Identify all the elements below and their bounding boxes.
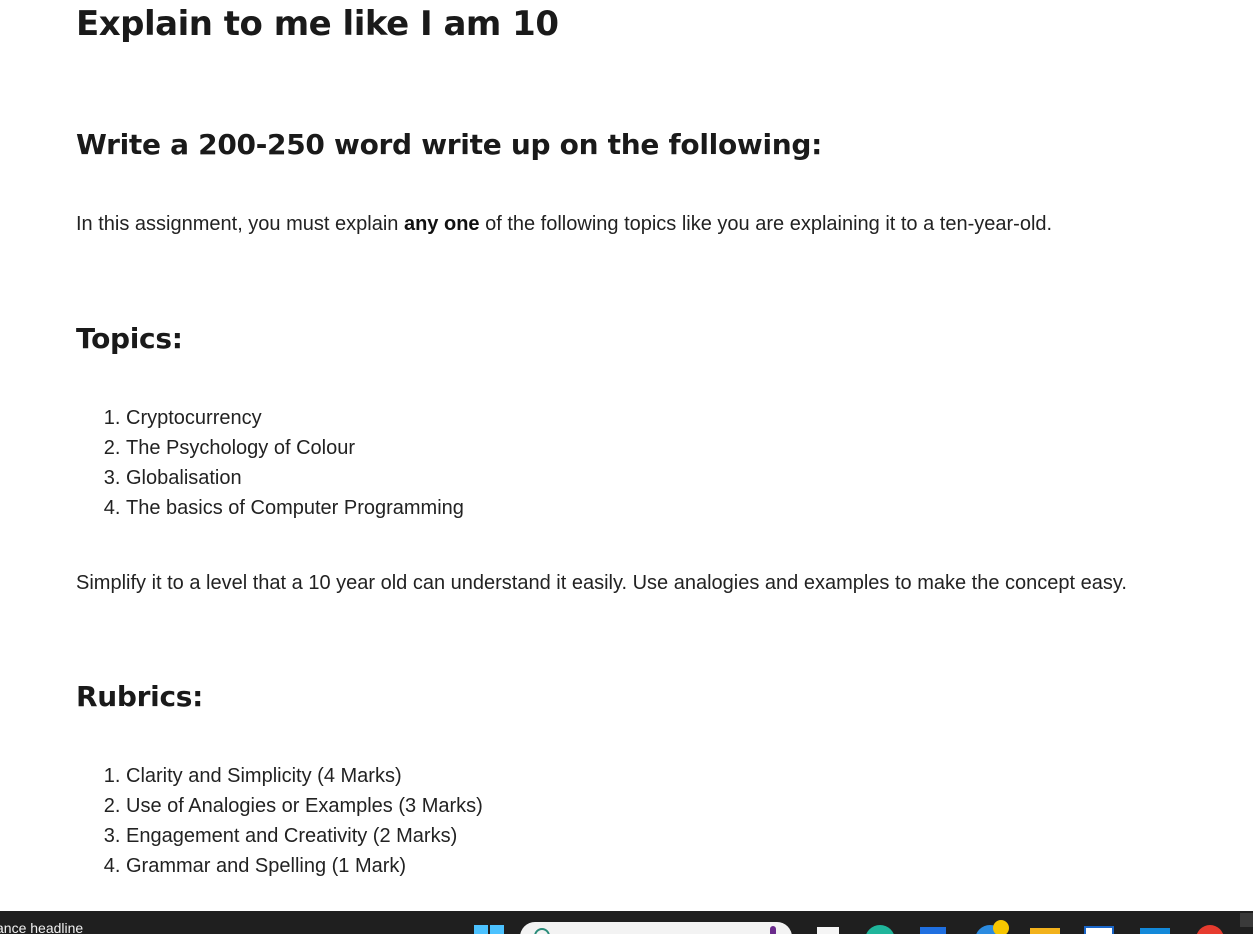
mail-icon[interactable] [1140, 928, 1170, 934]
rubric-item: Clarity and Simplicity (4 Marks) [126, 761, 483, 791]
search-icon [534, 928, 550, 934]
vscode-icon[interactable] [920, 927, 946, 934]
microphone-icon [770, 926, 776, 934]
intro-bold: any one [403, 213, 480, 235]
copilot-icon[interactable] [865, 925, 895, 934]
topic-item: The Psychology of Colour [126, 433, 464, 463]
overflow-icon[interactable] [1240, 913, 1253, 927]
rubric-item: Use of Analogies or Examples (3 Marks) [126, 791, 483, 821]
taskbar-search-box[interactable] [520, 922, 792, 934]
news-headline-widget[interactable]: ance headline [0, 920, 83, 934]
topic-item: Cryptocurrency [126, 403, 464, 433]
task-view-icon[interactable] [817, 927, 839, 934]
notification-dot-icon [993, 920, 1009, 934]
taskbar: ance headline [0, 911, 1253, 934]
intro-paragraph: In this assignment, you must explain any… [76, 209, 1052, 239]
page-title: Explain to me like I am 10 [76, 4, 559, 44]
assignment-subtitle: Write a 200-250 word write up on the fol… [76, 128, 823, 161]
topic-item: Globalisation [126, 463, 464, 493]
intro-text-after: of the following topics like you are exp… [479, 213, 1053, 235]
app-red-icon[interactable] [1196, 925, 1224, 934]
document-page: Explain to me like I am 10 Write a 200-2… [0, 0, 1253, 911]
rubrics-list: Clarity and Simplicity (4 Marks) Use of … [76, 761, 483, 881]
rubric-item: Engagement and Creativity (2 Marks) [126, 821, 483, 851]
printer-icon[interactable] [1084, 926, 1114, 934]
rubrics-heading: Rubrics: [76, 680, 204, 713]
file-explorer-icon[interactable] [1030, 928, 1060, 934]
instruction-paragraph: Simplify it to a level that a 10 year ol… [76, 572, 1127, 594]
topics-list: Cryptocurrency The Psychology of Colour … [76, 403, 464, 523]
topic-item: The basics of Computer Programming [126, 493, 464, 523]
rubric-item: Grammar and Spelling (1 Mark) [126, 851, 483, 881]
topics-heading: Topics: [76, 322, 183, 355]
windows-start-icon[interactable] [474, 925, 504, 934]
intro-text-before: In this assignment, you must explain [76, 213, 404, 235]
